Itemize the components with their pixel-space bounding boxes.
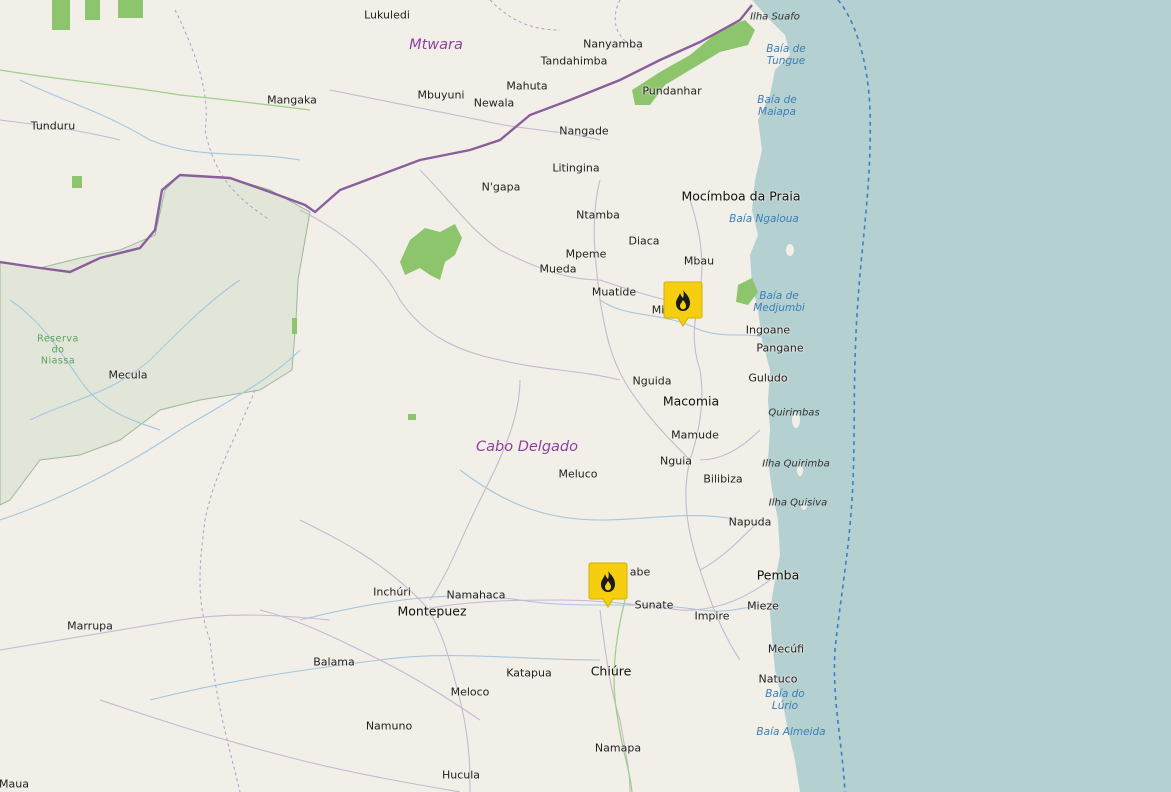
- town-label: Nangade: [559, 124, 609, 138]
- town-label: Mecula: [108, 368, 148, 382]
- town-label: Mueda: [539, 262, 577, 276]
- town-label: Sunate: [634, 598, 674, 612]
- town-label: Nanyamba: [583, 37, 643, 51]
- town-label: Napuda: [728, 515, 772, 529]
- town-label: Namuno: [365, 719, 413, 733]
- town-label: Lukuledi: [364, 8, 410, 22]
- town-label: Guludo: [748, 371, 788, 385]
- fire-marker[interactable]: [663, 281, 703, 327]
- town-label: Pangane: [756, 341, 804, 355]
- water-label: Baía Ngaloua: [729, 213, 799, 225]
- island-label: Ilha Suafo: [750, 11, 800, 23]
- water-label: Baía de Tungue: [766, 43, 806, 67]
- town-label: Macomia: [662, 393, 720, 409]
- town-label: Tunduru: [30, 119, 76, 133]
- island-label: Ilha Quirimba: [762, 458, 830, 470]
- town-label: N'gapa: [481, 180, 521, 194]
- town-label: Pundanhar: [642, 84, 702, 98]
- town-label: Diaca: [628, 234, 660, 248]
- town-label: Impire: [694, 609, 730, 623]
- town-label: Mecúfi: [767, 642, 805, 656]
- town-label: Meluco: [558, 467, 598, 481]
- town-label: Chiúre: [590, 663, 632, 679]
- town-label: Mbau: [683, 254, 715, 268]
- town-label: Inchúri: [373, 585, 411, 599]
- town-label: Ingoane: [745, 323, 791, 337]
- town-label: Mocímboa da Praia: [681, 188, 801, 204]
- reserve-label: Reserva do Niassa: [37, 333, 79, 367]
- town-label: Pemba: [756, 567, 800, 583]
- water-label: Baía de Maiapa: [757, 94, 797, 118]
- map-canvas[interactable]: Mtwara Cabo Delgado Reserva do Niassa Lu…: [0, 0, 1171, 792]
- town-label: Mahuta: [506, 79, 548, 93]
- town-label: Namapa: [594, 741, 642, 755]
- town-label: Newala: [473, 96, 515, 110]
- region-label-cabo-delgado: Cabo Delgado: [476, 439, 578, 455]
- town-label: Balama: [313, 655, 355, 669]
- town-label: Tandahimba: [540, 54, 608, 68]
- water-label: Baía de Medjumbi: [753, 290, 805, 314]
- region-label-mtwara: Mtwara: [409, 37, 463, 53]
- town-label: Montepuez: [397, 603, 467, 619]
- town-label: Muatide: [591, 285, 637, 299]
- town-label: abe: [629, 565, 651, 579]
- town-label: Ntamba: [576, 208, 620, 222]
- fire-icon: [588, 562, 628, 608]
- indian-ocean: [750, 0, 1171, 792]
- town-label: Namahaca: [446, 588, 506, 602]
- island-label: Quirimbas: [768, 407, 820, 419]
- fire-marker[interactable]: [588, 562, 628, 608]
- town-label: Bilibiza: [703, 472, 743, 486]
- town-label: Maua: [0, 777, 29, 791]
- town-label: Natuco: [758, 672, 798, 686]
- town-label: Litingina: [552, 161, 600, 175]
- town-label: Marrupa: [67, 619, 113, 633]
- water-label: Baía Almeida: [756, 726, 826, 738]
- town-label: Mpeme: [565, 247, 607, 261]
- town-label: Katapua: [506, 666, 552, 680]
- town-label: Hucula: [441, 768, 481, 782]
- town-label: Mieze: [747, 599, 779, 613]
- town-label: Nguia: [660, 454, 692, 468]
- town-label: Mamude: [671, 428, 719, 442]
- town-label: Nguida: [632, 374, 672, 388]
- island-shape: [786, 244, 794, 256]
- water-label: Baía do Lúrio: [765, 688, 805, 712]
- town-label: Mbuyuni: [417, 88, 465, 102]
- island-label: Ilha Quisiva: [768, 497, 828, 509]
- town-label: Mangaka: [267, 93, 317, 107]
- map-base-layer: [0, 0, 1171, 792]
- fire-icon: [663, 281, 703, 327]
- town-label: Meloco: [450, 685, 490, 699]
